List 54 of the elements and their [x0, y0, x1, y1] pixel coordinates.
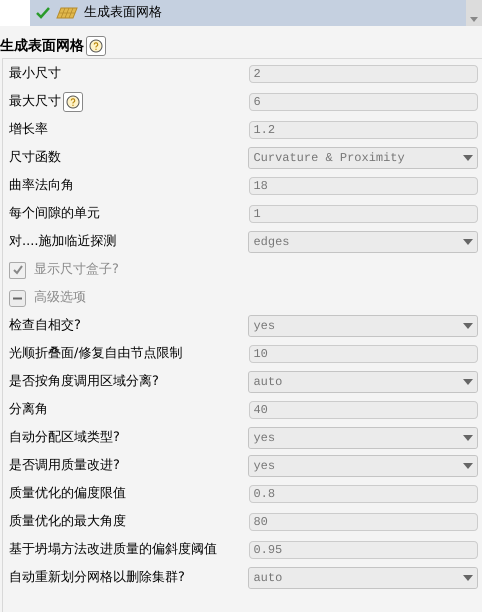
- dropdown[interactable]: auto: [248, 567, 478, 589]
- input-field[interactable]: 1: [249, 205, 478, 223]
- mesh-icon: [56, 7, 78, 19]
- dropdown[interactable]: yes: [248, 427, 478, 449]
- caret-icon: [463, 239, 473, 245]
- panel-title: 生成表面网格: [0, 36, 84, 56]
- dropdown[interactable]: edges: [248, 231, 478, 253]
- check-icon: [12, 264, 24, 276]
- input-field[interactable]: 6: [249, 93, 478, 111]
- field-label: 对....施加临近探测: [9, 233, 117, 252]
- field-label: 是否调用质量改进?: [9, 457, 120, 476]
- input-field[interactable]: 1.2: [249, 121, 478, 139]
- input-field[interactable]: 80: [249, 513, 478, 531]
- field-label: 基于坍塌方法改进质量的偏斜度阈值: [9, 541, 217, 560]
- field-label: 曲率法向角: [9, 177, 74, 196]
- field-label: 最小尺寸: [9, 65, 61, 84]
- checkbox-label: 显示尺寸盒子?: [34, 261, 119, 280]
- caret-icon: [463, 435, 473, 441]
- dropdown[interactable]: yes: [248, 455, 478, 477]
- dropdown[interactable]: Curvature & Proximity: [248, 147, 478, 169]
- dropdown[interactable]: auto: [248, 371, 478, 393]
- check-icon: [36, 7, 50, 19]
- checkbox[interactable]: [9, 262, 26, 278]
- field-label: 分离角: [9, 401, 48, 420]
- input-field[interactable]: 0.8: [249, 485, 478, 503]
- input-field[interactable]: 40: [249, 401, 478, 419]
- caret-icon: [463, 323, 473, 329]
- field-label: 最大尺寸: [9, 93, 61, 112]
- input-field[interactable]: 18: [249, 177, 478, 195]
- scrollbar[interactable]: [466, 0, 482, 26]
- field-label: 质量优化的最大角度: [9, 513, 126, 532]
- field-label: 检查自相交?: [9, 317, 81, 336]
- caret-icon: [463, 463, 473, 469]
- field-label: 自动分配区域类型?: [9, 429, 120, 448]
- section-label: 高级选项: [34, 289, 86, 308]
- caret-icon: [463, 379, 473, 385]
- scroll-down-icon[interactable]: [470, 17, 478, 22]
- input-field[interactable]: 0.95: [249, 541, 478, 559]
- caret-icon: [463, 575, 473, 581]
- field-label: 自动重新划分网格以删除集群?: [9, 569, 185, 588]
- help-icon[interactable]: [63, 92, 83, 112]
- input-field[interactable]: 2: [249, 65, 478, 83]
- help-icon[interactable]: [86, 36, 106, 56]
- caret-icon: [463, 155, 473, 161]
- field-label: 增长率: [9, 121, 48, 140]
- field-label: 光顺折叠面/修复自由节点限制: [9, 345, 182, 364]
- dropdown[interactable]: yes: [248, 315, 478, 337]
- input-field[interactable]: 10: [249, 345, 478, 363]
- field-label: 每个间隙的单元: [9, 205, 100, 224]
- field-label: 是否按角度调用区域分离?: [9, 373, 159, 392]
- field-label: 质量优化的偏度限值: [9, 485, 126, 504]
- field-label: 尺寸函数: [9, 149, 61, 168]
- collapse-icon[interactable]: [9, 290, 26, 306]
- tree-item[interactable]: 生成表面网格: [30, 0, 466, 26]
